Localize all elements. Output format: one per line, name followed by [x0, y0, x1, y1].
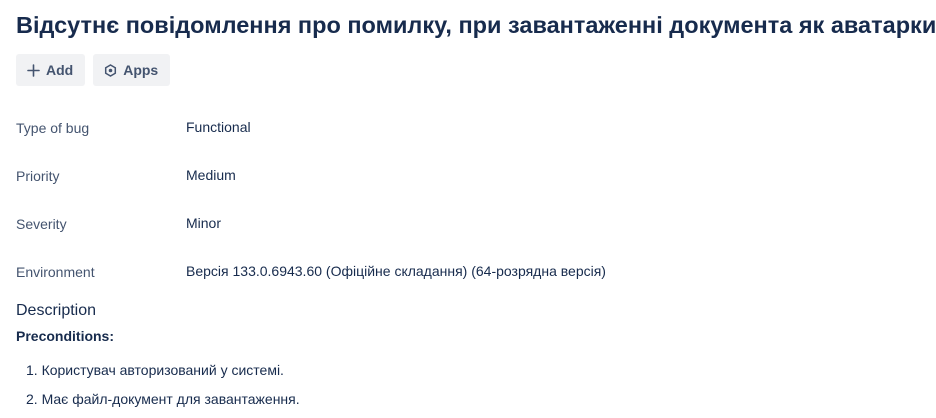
- issue-toolbar: Add Apps: [16, 54, 171, 86]
- plus-icon: [26, 63, 40, 77]
- issue-fields: Type of bug Functional Priority Medium S…: [16, 104, 916, 296]
- field-value-priority[interactable]: Medium: [186, 152, 236, 183]
- apps-button[interactable]: Apps: [93, 54, 171, 86]
- field-severity: Severity Minor: [16, 200, 916, 248]
- add-button[interactable]: Add: [16, 54, 86, 86]
- field-priority: Priority Medium: [16, 152, 916, 200]
- field-value-environment[interactable]: Версія 133.0.6943.60 (Офіційне складання…: [186, 248, 606, 279]
- issue-title[interactable]: Відсутнє повідомлення про помилку, при з…: [16, 12, 936, 39]
- description-heading: Description: [16, 302, 97, 319]
- field-environment: Environment Версія 133.0.6943.60 (Офіцій…: [16, 248, 916, 296]
- field-label: Environment: [16, 264, 95, 280]
- apps-icon: [103, 63, 117, 77]
- field-value-type-of-bug[interactable]: Functional: [186, 104, 251, 135]
- preconditions-label: Preconditions:: [16, 328, 115, 344]
- list-item: 2. Має файл-документ для завантаження.: [26, 391, 300, 407]
- apps-button-label: Apps: [123, 62, 159, 78]
- field-type-of-bug: Type of bug Functional: [16, 104, 916, 152]
- list-item: 1. Користувач авторизований у системі.: [26, 362, 284, 378]
- field-label: Severity: [16, 216, 67, 232]
- issue-view: Відсутнє повідомлення про помилку, при з…: [0, 0, 936, 418]
- field-label: Type of bug: [16, 120, 90, 136]
- field-value-severity[interactable]: Minor: [186, 200, 221, 231]
- preconditions-list: 1. Користувач авторизований у системі. 2…: [16, 362, 300, 418]
- field-label: Priority: [16, 168, 60, 184]
- add-button-label: Add: [46, 62, 74, 78]
